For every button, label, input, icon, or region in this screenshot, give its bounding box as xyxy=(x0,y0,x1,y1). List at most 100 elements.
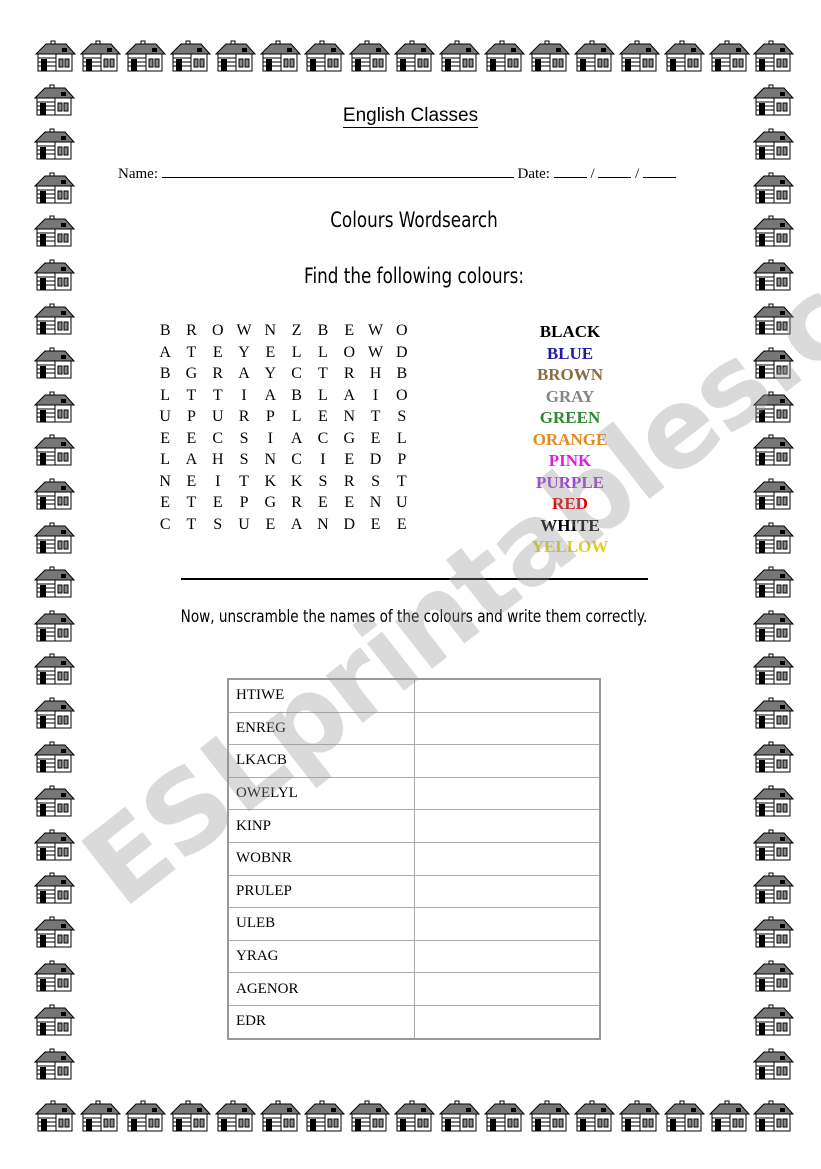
grid-letter[interactable]: N xyxy=(152,473,178,495)
grid-letter[interactable]: R xyxy=(205,365,231,387)
grid-letter[interactable]: E xyxy=(336,494,362,516)
grid-letter[interactable]: R xyxy=(231,408,257,430)
grid-letter[interactable]: T xyxy=(310,365,336,387)
grid-letter[interactable]: S xyxy=(205,516,231,538)
date-day-line[interactable] xyxy=(553,165,587,178)
name-line[interactable] xyxy=(161,165,514,178)
grid-letter[interactable]: E xyxy=(152,430,178,452)
grid-letter[interactable]: E xyxy=(389,516,415,538)
grid-letter[interactable]: T xyxy=(205,387,231,409)
grid-letter[interactable]: O xyxy=(389,322,415,344)
grid-letter[interactable]: I xyxy=(257,430,283,452)
grid-letter[interactable]: O xyxy=(389,387,415,409)
grid-letter[interactable]: W xyxy=(231,322,257,344)
grid-letter[interactable]: L xyxy=(310,387,336,409)
grid-letter[interactable]: I xyxy=(205,473,231,495)
answer-cell[interactable] xyxy=(414,678,601,713)
date-month-line[interactable] xyxy=(598,165,632,178)
grid-letter[interactable]: N xyxy=(336,408,362,430)
answer-cell[interactable] xyxy=(414,874,601,909)
grid-letter[interactable]: N xyxy=(310,516,336,538)
grid-letter[interactable]: P xyxy=(231,494,257,516)
grid-letter[interactable]: L xyxy=(152,387,178,409)
grid-letter[interactable]: T xyxy=(362,408,388,430)
grid-letter[interactable]: U xyxy=(205,408,231,430)
grid-letter[interactable]: A xyxy=(178,451,204,473)
grid-letter[interactable]: R xyxy=(336,365,362,387)
grid-letter[interactable]: R xyxy=(178,322,204,344)
grid-letter[interactable]: D xyxy=(336,516,362,538)
grid-letter[interactable]: Y xyxy=(231,344,257,366)
grid-letter[interactable]: A xyxy=(231,365,257,387)
grid-letter[interactable]: L xyxy=(152,451,178,473)
grid-letter[interactable]: E xyxy=(178,473,204,495)
grid-letter[interactable]: Z xyxy=(283,322,309,344)
grid-letter[interactable]: S xyxy=(310,473,336,495)
grid-letter[interactable]: D xyxy=(389,344,415,366)
grid-letter[interactable]: T xyxy=(178,494,204,516)
grid-letter[interactable]: A xyxy=(336,387,362,409)
grid-letter[interactable]: D xyxy=(362,451,388,473)
grid-letter[interactable]: E xyxy=(336,451,362,473)
answer-cell[interactable] xyxy=(414,776,601,811)
grid-letter[interactable]: E xyxy=(362,516,388,538)
grid-letter[interactable]: E xyxy=(310,494,336,516)
answer-cell[interactable] xyxy=(414,907,601,941)
answer-cell[interactable] xyxy=(414,809,601,843)
grid-letter[interactable]: N xyxy=(257,451,283,473)
grid-letter[interactable]: B xyxy=(283,387,309,409)
answer-cell[interactable] xyxy=(414,939,601,974)
grid-letter[interactable]: U xyxy=(231,516,257,538)
grid-letter[interactable]: W xyxy=(362,322,388,344)
grid-letter[interactable]: L xyxy=(389,430,415,452)
grid-letter[interactable]: T xyxy=(178,344,204,366)
answer-cell[interactable] xyxy=(414,972,601,1006)
grid-letter[interactable]: E xyxy=(336,322,362,344)
grid-letter[interactable]: A xyxy=(283,430,309,452)
grid-letter[interactable]: N xyxy=(362,494,388,516)
grid-letter[interactable]: A xyxy=(283,516,309,538)
answer-cell[interactable] xyxy=(414,711,601,746)
grid-letter[interactable]: H xyxy=(362,365,388,387)
grid-letter[interactable]: A xyxy=(257,387,283,409)
grid-letter[interactable]: I xyxy=(310,451,336,473)
grid-letter[interactable]: L xyxy=(283,344,309,366)
grid-letter[interactable]: L xyxy=(283,408,309,430)
grid-letter[interactable]: E xyxy=(152,494,178,516)
grid-letter[interactable]: P xyxy=(178,408,204,430)
date-year-line[interactable] xyxy=(643,165,677,178)
grid-letter[interactable]: E xyxy=(362,430,388,452)
answer-cell[interactable] xyxy=(414,1004,601,1040)
grid-letter[interactable]: T xyxy=(231,473,257,495)
grid-letter[interactable]: E xyxy=(310,408,336,430)
grid-letter[interactable]: E xyxy=(257,344,283,366)
grid-letter[interactable]: C xyxy=(152,516,178,538)
grid-letter[interactable]: W xyxy=(362,344,388,366)
grid-letter[interactable]: I xyxy=(231,387,257,409)
grid-letter[interactable]: E xyxy=(205,344,231,366)
grid-letter[interactable]: T xyxy=(178,516,204,538)
grid-letter[interactable]: B xyxy=(152,365,178,387)
grid-letter[interactable]: I xyxy=(362,387,388,409)
grid-letter[interactable]: K xyxy=(257,473,283,495)
answer-cell[interactable] xyxy=(414,841,601,876)
grid-letter[interactable]: S xyxy=(362,473,388,495)
grid-letter[interactable]: U xyxy=(152,408,178,430)
grid-letter[interactable]: H xyxy=(205,451,231,473)
grid-letter[interactable]: G xyxy=(257,494,283,516)
grid-letter[interactable]: G xyxy=(336,430,362,452)
grid-letter[interactable]: O xyxy=(205,322,231,344)
grid-letter[interactable]: B xyxy=(310,322,336,344)
grid-letter[interactable]: T xyxy=(178,387,204,409)
grid-letter[interactable]: A xyxy=(152,344,178,366)
grid-letter[interactable]: E xyxy=(178,430,204,452)
grid-letter[interactable]: C xyxy=(310,430,336,452)
grid-letter[interactable]: T xyxy=(389,473,415,495)
grid-letter[interactable]: C xyxy=(283,365,309,387)
grid-letter[interactable]: P xyxy=(257,408,283,430)
grid-letter[interactable]: S xyxy=(231,430,257,452)
grid-letter[interactable]: P xyxy=(389,451,415,473)
grid-letter[interactable]: R xyxy=(283,494,309,516)
grid-letter[interactable]: C xyxy=(283,451,309,473)
grid-letter[interactable]: B xyxy=(152,322,178,344)
